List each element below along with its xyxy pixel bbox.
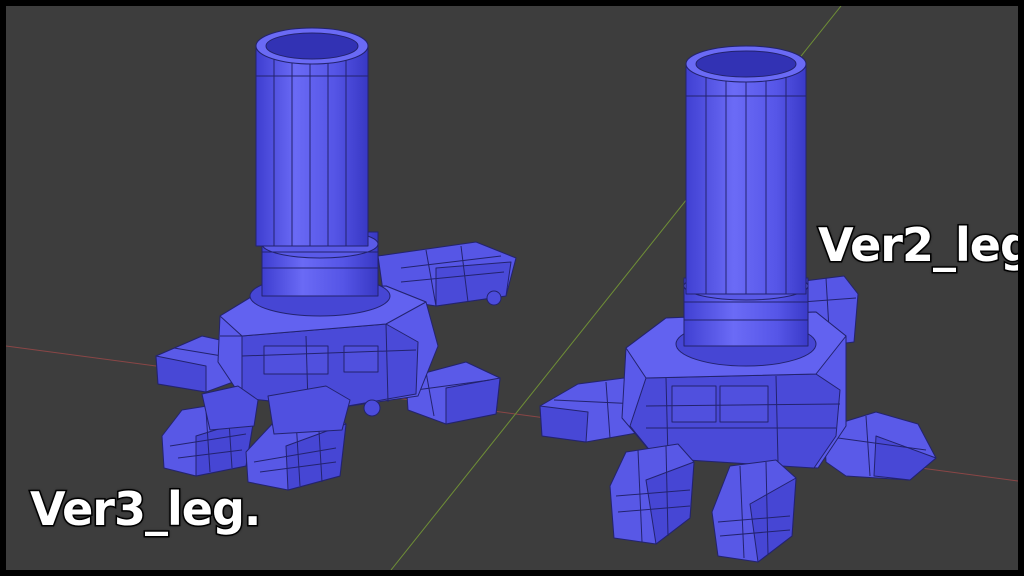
ver2-leg-model: [539, 45, 937, 563]
ver2-leg-label: Ver2_leg.: [816, 218, 1018, 272]
ver3-leg-model: [155, 27, 517, 491]
3d-viewport[interactable]: Ver3_leg. Ver2_leg.: [0, 0, 1024, 576]
ver3-leg-label: Ver3_leg.: [28, 482, 262, 536]
